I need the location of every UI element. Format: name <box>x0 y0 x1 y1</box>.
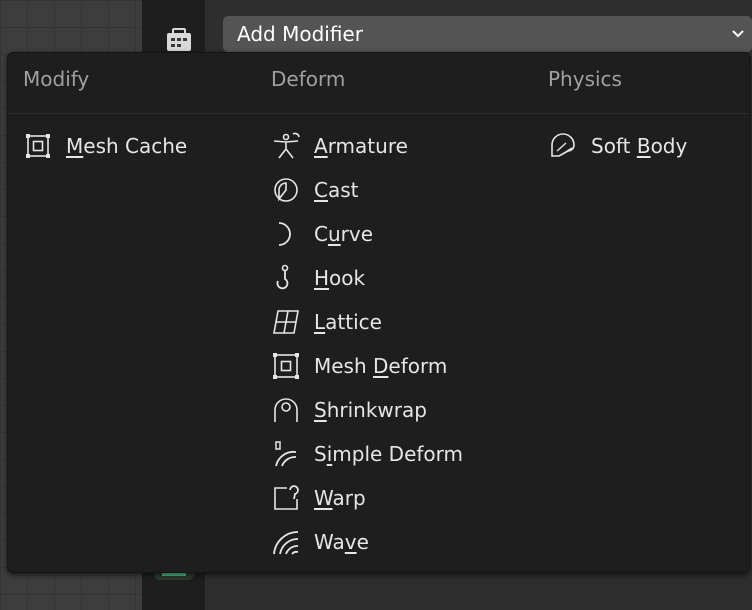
curve-icon <box>271 219 301 249</box>
menu-item-hook[interactable]: Hook <box>271 256 365 300</box>
column-header-deform: Deform <box>271 67 346 91</box>
menu-item-label: Hook <box>314 266 366 290</box>
armature-icon <box>271 131 301 161</box>
mesh-cache-icon <box>23 131 53 161</box>
soft-body-icon <box>548 131 578 161</box>
menu-item-warp[interactable]: Warp <box>271 476 366 520</box>
menu-item-soft-body[interactable]: Soft Body <box>548 124 687 168</box>
menu-item-label: Soft Body <box>591 134 688 158</box>
add-modifier-button[interactable]: Add Modifier <box>223 16 752 52</box>
menu-item-label: Lattice <box>314 310 382 334</box>
mesh-deform-icon <box>271 351 301 381</box>
lattice-icon <box>271 307 301 337</box>
menu-item-label: Simple Deform <box>314 442 463 466</box>
menu-item-armature[interactable]: Armature <box>271 124 408 168</box>
menu-header-band <box>8 53 749 114</box>
hook-icon <box>271 263 301 293</box>
menu-item-curve[interactable]: Curve <box>271 212 373 256</box>
warp-icon <box>271 483 301 513</box>
simple-deform-icon <box>271 439 301 469</box>
cast-icon <box>271 175 301 205</box>
menu-item-label: Armature <box>314 134 408 158</box>
menu-item-label: Mesh Cache <box>66 134 188 158</box>
menu-item-shrinkwrap[interactable]: Shrinkwrap <box>271 388 427 432</box>
menu-item-mesh-cache[interactable]: Mesh Cache <box>23 124 187 168</box>
menu-item-label: Cast <box>314 178 359 202</box>
menu-item-simple-deform[interactable]: Simple Deform <box>271 432 463 476</box>
menu-item-lattice[interactable]: Lattice <box>271 300 382 344</box>
add-modifier-label: Add Modifier <box>237 22 363 46</box>
menu-item-label: Curve <box>314 222 374 246</box>
menu-item-cast[interactable]: Cast <box>271 168 359 212</box>
menu-item-label: Mesh Deform <box>314 354 448 378</box>
add-modifier-menu: Modify Deform Physics Mesh Cache Armatur… <box>7 52 750 573</box>
chevron-down-icon <box>732 30 744 38</box>
menu-item-label: Shrinkwrap <box>314 398 427 422</box>
wave-icon <box>271 527 301 557</box>
column-header-modify: Modify <box>23 67 90 91</box>
menu-item-label: Wave <box>314 530 369 554</box>
column-header-physics: Physics <box>548 67 622 91</box>
active-tab-indicator <box>162 573 186 576</box>
menu-item-mesh-deform[interactable]: Mesh Deform <box>271 344 447 388</box>
menu-item-wave[interactable]: Wave <box>271 520 369 564</box>
tool-icon[interactable] <box>164 26 194 54</box>
menu-item-label: Warp <box>314 486 366 510</box>
shrinkwrap-icon <box>271 395 301 425</box>
